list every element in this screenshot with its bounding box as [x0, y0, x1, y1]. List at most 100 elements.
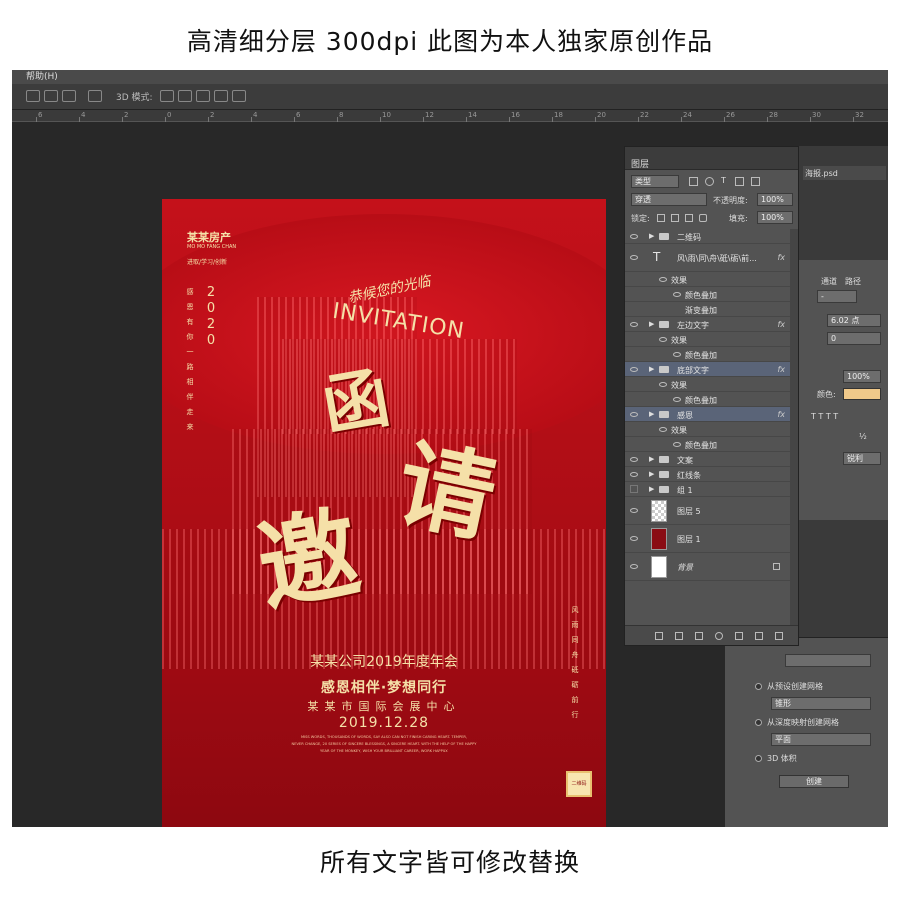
expand-arrow-icon[interactable]: ▶	[649, 455, 654, 463]
font-style-select[interactable]: -	[817, 290, 857, 303]
eye-icon[interactable]	[673, 352, 681, 357]
filter-adjust-icon[interactable]	[705, 177, 714, 186]
create-button[interactable]: 创建	[779, 775, 849, 788]
filter-shape-icon[interactable]	[735, 177, 744, 186]
effect-row[interactable]: 效果	[625, 272, 790, 287]
fraction-glyph[interactable]: ½	[859, 432, 867, 441]
effect-row[interactable]: 效果	[625, 377, 790, 392]
effect-row[interactable]: 渐变叠加	[625, 302, 790, 317]
filter-smart-icon[interactable]	[751, 177, 760, 186]
mask-icon[interactable]	[695, 632, 703, 640]
layer-row-bottom-text[interactable]: ▶ 底部文字 fx	[625, 362, 790, 377]
eye-icon[interactable]	[630, 322, 638, 327]
trash-icon[interactable]	[775, 632, 783, 640]
link-icon[interactable]	[655, 632, 663, 640]
preset-select[interactable]: 锥形	[771, 697, 871, 710]
distribute-icon[interactable]	[88, 90, 102, 102]
effect-row[interactable]: 颜色叠加	[625, 287, 790, 302]
text-style-glyphs[interactable]: T T T T	[811, 412, 838, 421]
eye-icon[interactable]	[659, 277, 667, 282]
eye-icon[interactable]	[673, 397, 681, 402]
layer-row-layer5[interactable]: 图层 5	[625, 497, 790, 525]
expand-arrow-icon[interactable]: ▶	[649, 320, 654, 328]
eye-icon[interactable]	[659, 382, 667, 387]
filter-select[interactable]: 类型	[631, 175, 679, 188]
expand-arrow-icon[interactable]: ▶	[649, 485, 654, 493]
radio-depth[interactable]	[755, 719, 762, 726]
align-right-icon[interactable]	[62, 90, 76, 102]
eye-icon[interactable]	[673, 292, 681, 297]
eye-icon[interactable]	[659, 337, 667, 342]
3d-pan-icon[interactable]	[196, 90, 210, 102]
effect-row[interactable]: 效果	[625, 422, 790, 437]
layer-row-background[interactable]: 背景	[625, 553, 790, 581]
depth-select[interactable]: 平面	[771, 733, 871, 746]
eye-icon[interactable]	[659, 427, 667, 432]
3d-roll-icon[interactable]	[178, 90, 192, 102]
layer-row-copy[interactable]: ▶ 文案	[625, 452, 790, 467]
ruler-tick-label: 4	[253, 111, 258, 119]
eye-icon[interactable]	[630, 536, 638, 541]
menu-item-help[interactable]: 帮助(H)	[12, 70, 888, 84]
fx-icon[interactable]	[675, 632, 683, 640]
tab-layers[interactable]: 图层	[625, 155, 798, 170]
new-group-icon[interactable]	[735, 632, 743, 640]
effect-row[interactable]: 颜色叠加	[625, 347, 790, 362]
scale-field[interactable]: 100%	[843, 370, 881, 383]
align-left-icon[interactable]	[26, 90, 40, 102]
eye-icon[interactable]	[673, 442, 681, 447]
3d-source-select[interactable]	[785, 654, 871, 667]
layer-row-qr[interactable]: ▶ 二维码	[625, 229, 790, 244]
lock-transparent-icon[interactable]	[657, 214, 665, 222]
layer-row-gratitude[interactable]: ▶ 感恩 fx	[625, 407, 790, 422]
eye-icon[interactable]	[630, 412, 638, 417]
layer-row-layer1[interactable]: 图层 1	[625, 525, 790, 553]
3d-rotate-icon[interactable]	[160, 90, 174, 102]
tab-paths[interactable]: 路径	[845, 276, 861, 287]
align-center-icon[interactable]	[44, 90, 58, 102]
blend-mode-select[interactable]: 穿透	[631, 193, 707, 206]
layer-row-red-lines[interactable]: ▶ 红线条	[625, 467, 790, 482]
eye-icon[interactable]	[630, 255, 638, 260]
filter-pixel-icon[interactable]	[689, 177, 698, 186]
lock-brush-icon[interactable]	[671, 214, 679, 222]
adjustment-icon[interactable]	[715, 632, 723, 640]
layers-scrollbar[interactable]	[790, 229, 798, 625]
visibility-box-icon[interactable]	[630, 485, 638, 493]
effect-row[interactable]: 效果	[625, 332, 790, 347]
eye-icon[interactable]	[630, 564, 638, 569]
expand-arrow-icon[interactable]: ▶	[649, 232, 654, 240]
anti-alias-select[interactable]: 锐利	[843, 452, 881, 465]
layer-row-text[interactable]: T 风\雨\同\舟\砥\砺\前... fx	[625, 244, 790, 272]
tracking-field[interactable]: 0	[827, 332, 881, 345]
expand-arrow-icon[interactable]: ▶	[649, 470, 654, 478]
3d-camera-icon[interactable]	[232, 90, 246, 102]
eye-icon[interactable]	[630, 472, 638, 477]
expand-arrow-icon[interactable]: ▶	[649, 365, 654, 373]
fx-badge: fx	[777, 253, 785, 262]
layer-row-group1[interactable]: ▶ 组 1	[625, 482, 790, 497]
folder-icon	[659, 366, 669, 373]
eye-icon[interactable]	[630, 234, 638, 239]
fill-field[interactable]: 100%	[757, 211, 793, 224]
effect-row[interactable]: 颜色叠加	[625, 437, 790, 452]
eye-icon[interactable]	[630, 367, 638, 372]
tab-channels[interactable]: 通道	[821, 276, 837, 287]
effect-row[interactable]: 颜色叠加	[625, 392, 790, 407]
new-layer-icon[interactable]	[755, 632, 763, 640]
filter-type-icon[interactable]: T	[721, 176, 726, 185]
text-color-swatch[interactable]	[843, 388, 881, 400]
leading-field[interactable]: 6.02 点	[827, 314, 881, 327]
radio-preset[interactable]	[755, 683, 762, 690]
eye-icon[interactable]	[630, 457, 638, 462]
doc-tab[interactable]: 海报.psd	[803, 166, 886, 180]
lock-move-icon[interactable]	[685, 214, 693, 222]
radio-volume[interactable]	[755, 755, 762, 762]
layer-row-left-text[interactable]: ▶ 左边文字 fx	[625, 317, 790, 332]
panel-header[interactable]	[625, 147, 798, 155]
3d-slide-icon[interactable]	[214, 90, 228, 102]
eye-icon[interactable]	[630, 508, 638, 513]
lock-all-icon[interactable]	[699, 214, 707, 222]
expand-arrow-icon[interactable]: ▶	[649, 410, 654, 418]
opacity-field[interactable]: 100%	[757, 193, 793, 206]
